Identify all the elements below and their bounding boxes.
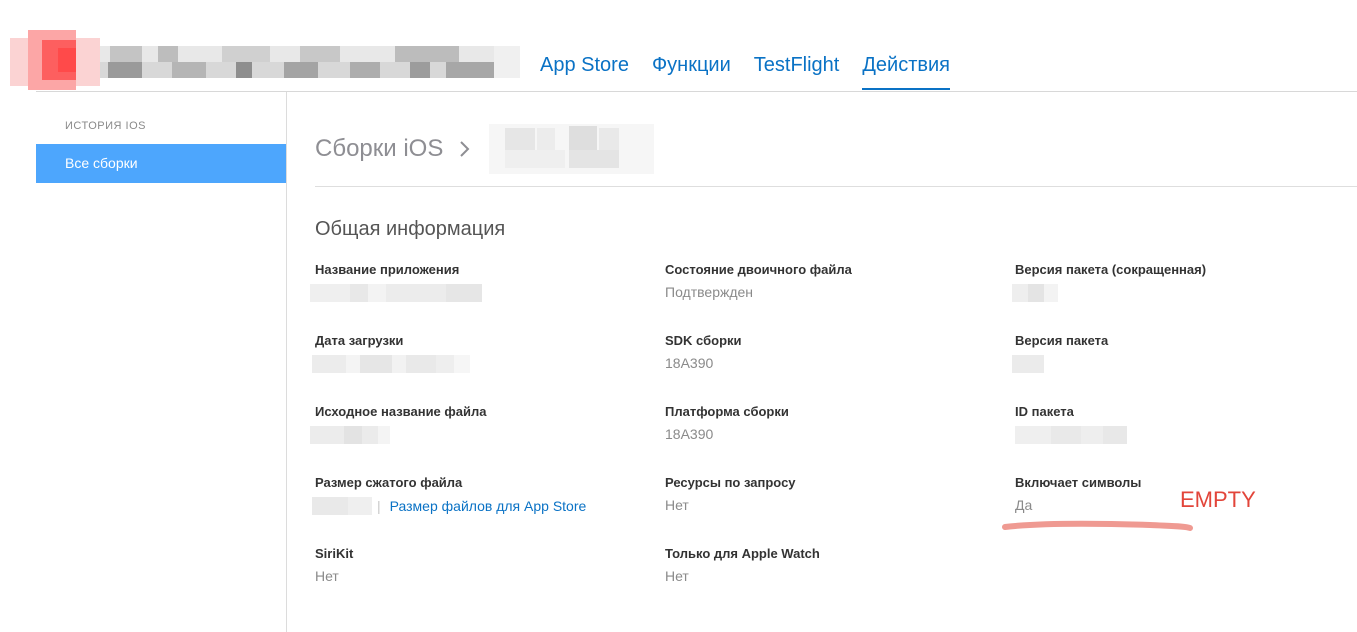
tab-app-store[interactable]: App Store — [540, 52, 629, 90]
app-icon-and-name-pixelated — [10, 30, 520, 90]
field-value: Нет — [665, 497, 689, 513]
tab-features[interactable]: Функции — [652, 52, 731, 90]
sidebar-heading: ИСТОРИЯ IOS — [65, 120, 146, 132]
bundle-version-redacted — [1012, 355, 1345, 373]
field-value: Подтвержден — [665, 284, 754, 300]
tab-activity[interactable]: Действия — [862, 52, 950, 90]
field-label: Исходное название файла — [315, 404, 487, 419]
breadcrumb-divider — [315, 186, 1357, 187]
field-label: Состояние двоичного файла — [665, 262, 852, 277]
chevron-right-icon — [460, 141, 470, 157]
section-title: Общая информация — [315, 218, 506, 240]
app-name-redacted — [310, 284, 645, 302]
field-binary-state: Состояние двоичного файла Подтвержден — [665, 262, 995, 302]
field-label: ID пакета — [1015, 404, 1074, 419]
field-on-demand-resources: Ресурсы по запросу Нет — [665, 475, 995, 515]
bundle-id-redacted — [1015, 426, 1345, 444]
sidebar-item-all-builds[interactable]: Все сборки — [36, 144, 286, 183]
top-nav: App Store Функции TestFlight Действия — [540, 52, 973, 90]
breadcrumb-ios-builds-link[interactable]: Сборки iOS — [315, 135, 443, 163]
annotation-empty-label: EMPTY — [1180, 487, 1256, 512]
field-sirikit: SiriKit Нет — [315, 546, 645, 586]
field-label: Размер сжатого файла — [315, 475, 463, 490]
field-watch-only: Только для Apple Watch Нет — [665, 546, 995, 586]
file-name-redacted — [310, 426, 645, 444]
tab-testflight[interactable]: TestFlight — [754, 52, 840, 90]
field-bundle-id: ID пакета — [1015, 404, 1345, 444]
annotation-underline-stroke — [1002, 520, 1193, 531]
field-value: Нет — [315, 568, 339, 584]
sidebar: ИСТОРИЯ IOS Все сборки — [36, 92, 287, 632]
build-version-pixelated — [489, 124, 655, 174]
app-store-file-sizes-link[interactable]: Размер файлов для App Store — [390, 498, 587, 514]
breadcrumb: Сборки iOS — [315, 124, 655, 174]
field-label: Версия пакета (сокращенная) — [1015, 262, 1207, 277]
field-label: Дата загрузки — [315, 333, 404, 348]
field-label: Версия пакета — [1015, 333, 1109, 348]
field-app-name: Название приложения — [310, 262, 645, 302]
field-label: SiriKit — [315, 546, 354, 561]
field-label: Платформа сборки — [665, 404, 789, 419]
compressed-size-redacted — [312, 497, 372, 515]
field-label: Ресурсы по запросу — [665, 475, 796, 490]
field-bundle-version: Версия пакета — [1012, 333, 1345, 373]
field-label: SDK сборки — [665, 333, 742, 348]
field-build-sdk: SDK сборки 18A390 — [665, 333, 995, 373]
compressed-size-row: | Размер файлов для App Store — [312, 497, 645, 515]
bundle-short-version-redacted — [1012, 284, 1345, 302]
field-build-platform: Платформа сборки 18A390 — [665, 404, 995, 444]
field-value: 18A390 — [665, 355, 714, 371]
field-compressed-size: Размер сжатого файла | Размер файлов для… — [312, 475, 645, 515]
field-label: Название приложения — [315, 262, 460, 277]
field-value: 18A390 — [665, 426, 714, 442]
separator: | — [377, 498, 381, 514]
sidebar-item-label: Все сборки — [65, 155, 138, 171]
field-original-file-name: Исходное название файла — [310, 404, 645, 444]
field-bundle-short-version: Версия пакета (сокращенная) — [1012, 262, 1345, 302]
field-value: Нет — [665, 568, 689, 584]
field-label: Только для Apple Watch — [665, 546, 820, 561]
upload-date-redacted — [312, 355, 645, 373]
top-header: App Store Функции TestFlight Действия — [0, 0, 1357, 92]
field-upload-date: Дата загрузки — [312, 333, 645, 373]
